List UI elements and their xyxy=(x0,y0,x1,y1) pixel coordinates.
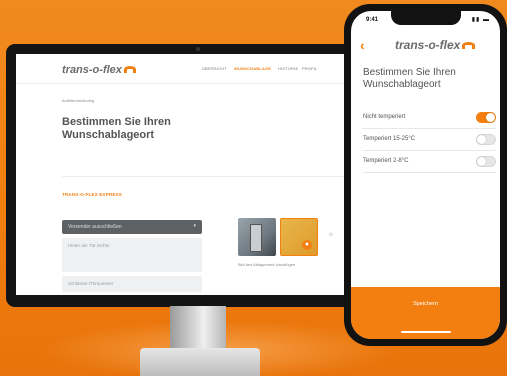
brand-logo-text: trans-o-flex xyxy=(62,64,122,76)
web-header: trans-o-flex ÜBERSICHT WUNSCHABLAGE HIST… xyxy=(16,54,382,84)
chevron-down-icon: ▾ xyxy=(193,223,196,229)
battery-icon: ▬ xyxy=(483,17,490,23)
placement-photo-1[interactable] xyxy=(238,218,276,256)
breadcrumb: Anliefermonitoring xyxy=(62,98,95,103)
nav-item-uebersicht[interactable]: ÜBERSICHT xyxy=(202,66,227,71)
option-label: Temperiert 15-25°C xyxy=(363,136,416,142)
monitor-stand-base xyxy=(140,348,260,376)
home-indicator xyxy=(401,331,451,333)
option-label: Temperiert 2-8°C xyxy=(363,158,409,164)
toggle-knob xyxy=(477,135,486,144)
back-icon[interactable]: ‹ xyxy=(360,37,365,53)
desktop-monitor: trans-o-flex ÜBERSICHT WUNSCHABLAGE HIST… xyxy=(6,44,392,307)
key-number-input[interactable]: Schlüssel-/Türnummer xyxy=(62,276,202,292)
smartphone: 9:41 ▮▮ ▬ ‹ trans-o-flex Bestimmen Sie I… xyxy=(344,4,507,346)
monitor-camera xyxy=(196,47,200,51)
toggle-switch-temperiert-15-25[interactable] xyxy=(476,134,496,145)
brand-logo-mark-icon xyxy=(123,66,136,73)
option-row-temperiert-2-8[interactable]: Temperiert 2-8°C xyxy=(363,151,496,173)
photo-caption: Bild des Ablageortes hinzufügen xyxy=(238,262,296,267)
sender-exclude-select[interactable]: Versender ausschließen ▾ xyxy=(62,220,202,234)
input-placeholder: Schlüssel-/Türnummer xyxy=(68,281,114,286)
section-label: TRANS-O-FLEX EXPRESS xyxy=(62,192,123,197)
phone-screen: 9:41 ▮▮ ▬ ‹ trans-o-flex Bestimmen Sie I… xyxy=(351,11,500,339)
placement-note-textarea[interactable]: Hinter der Tür rechts xyxy=(62,238,202,272)
phone-logo-mark-icon xyxy=(462,42,476,49)
nav-item-wunschablage[interactable]: WUNSCHABLAGE xyxy=(234,66,271,71)
option-label: Nicht temperiert xyxy=(363,114,406,120)
monitor-stand-neck xyxy=(170,306,226,352)
select-value: Versender ausschließen xyxy=(68,224,122,230)
save-button[interactable]: Speichern xyxy=(351,301,500,307)
status-icons: ▮▮ ▬ xyxy=(472,16,490,23)
option-row-nicht-temperiert[interactable]: Nicht temperiert xyxy=(363,107,496,129)
nav-item-historie[interactable]: HISTORIE xyxy=(278,66,298,71)
phone-page-title: Bestimmen Sie Ihren Wunschablageort xyxy=(363,67,456,90)
desktop-screen: trans-o-flex ÜBERSICHT WUNSCHABLAGE HIST… xyxy=(16,54,382,295)
toggle-knob xyxy=(477,157,486,166)
toggle-switch-temperiert-2-8[interactable] xyxy=(476,156,496,167)
save-bar: Speichern xyxy=(351,287,500,339)
textarea-placeholder: Hinter der Tür rechts xyxy=(68,243,110,248)
page-title: Bestimmen Sie Ihren Wunschablageort xyxy=(62,116,171,141)
toggle-knob xyxy=(486,113,495,122)
phone-notch xyxy=(391,11,461,25)
section-divider xyxy=(62,176,382,177)
add-photo-icon[interactable]: + xyxy=(328,230,334,241)
option-row-temperiert-15-25[interactable]: Temperiert 15-25°C xyxy=(363,129,496,151)
camera-badge-icon: ● xyxy=(302,240,312,250)
toggle-switch-nicht-temperiert[interactable] xyxy=(476,112,496,123)
placement-photo-2[interactable]: ● xyxy=(280,218,318,256)
signal-icon: ▮▮ xyxy=(471,17,481,23)
status-time: 9:41 xyxy=(366,17,379,23)
brand-logo[interactable]: trans-o-flex xyxy=(62,64,136,76)
nav-item-profil[interactable]: PROFIL xyxy=(302,66,318,71)
phone-brand-logo: trans-o-flex xyxy=(395,38,476,52)
phone-logo-text: trans-o-flex xyxy=(395,38,461,52)
door-image xyxy=(250,224,262,252)
